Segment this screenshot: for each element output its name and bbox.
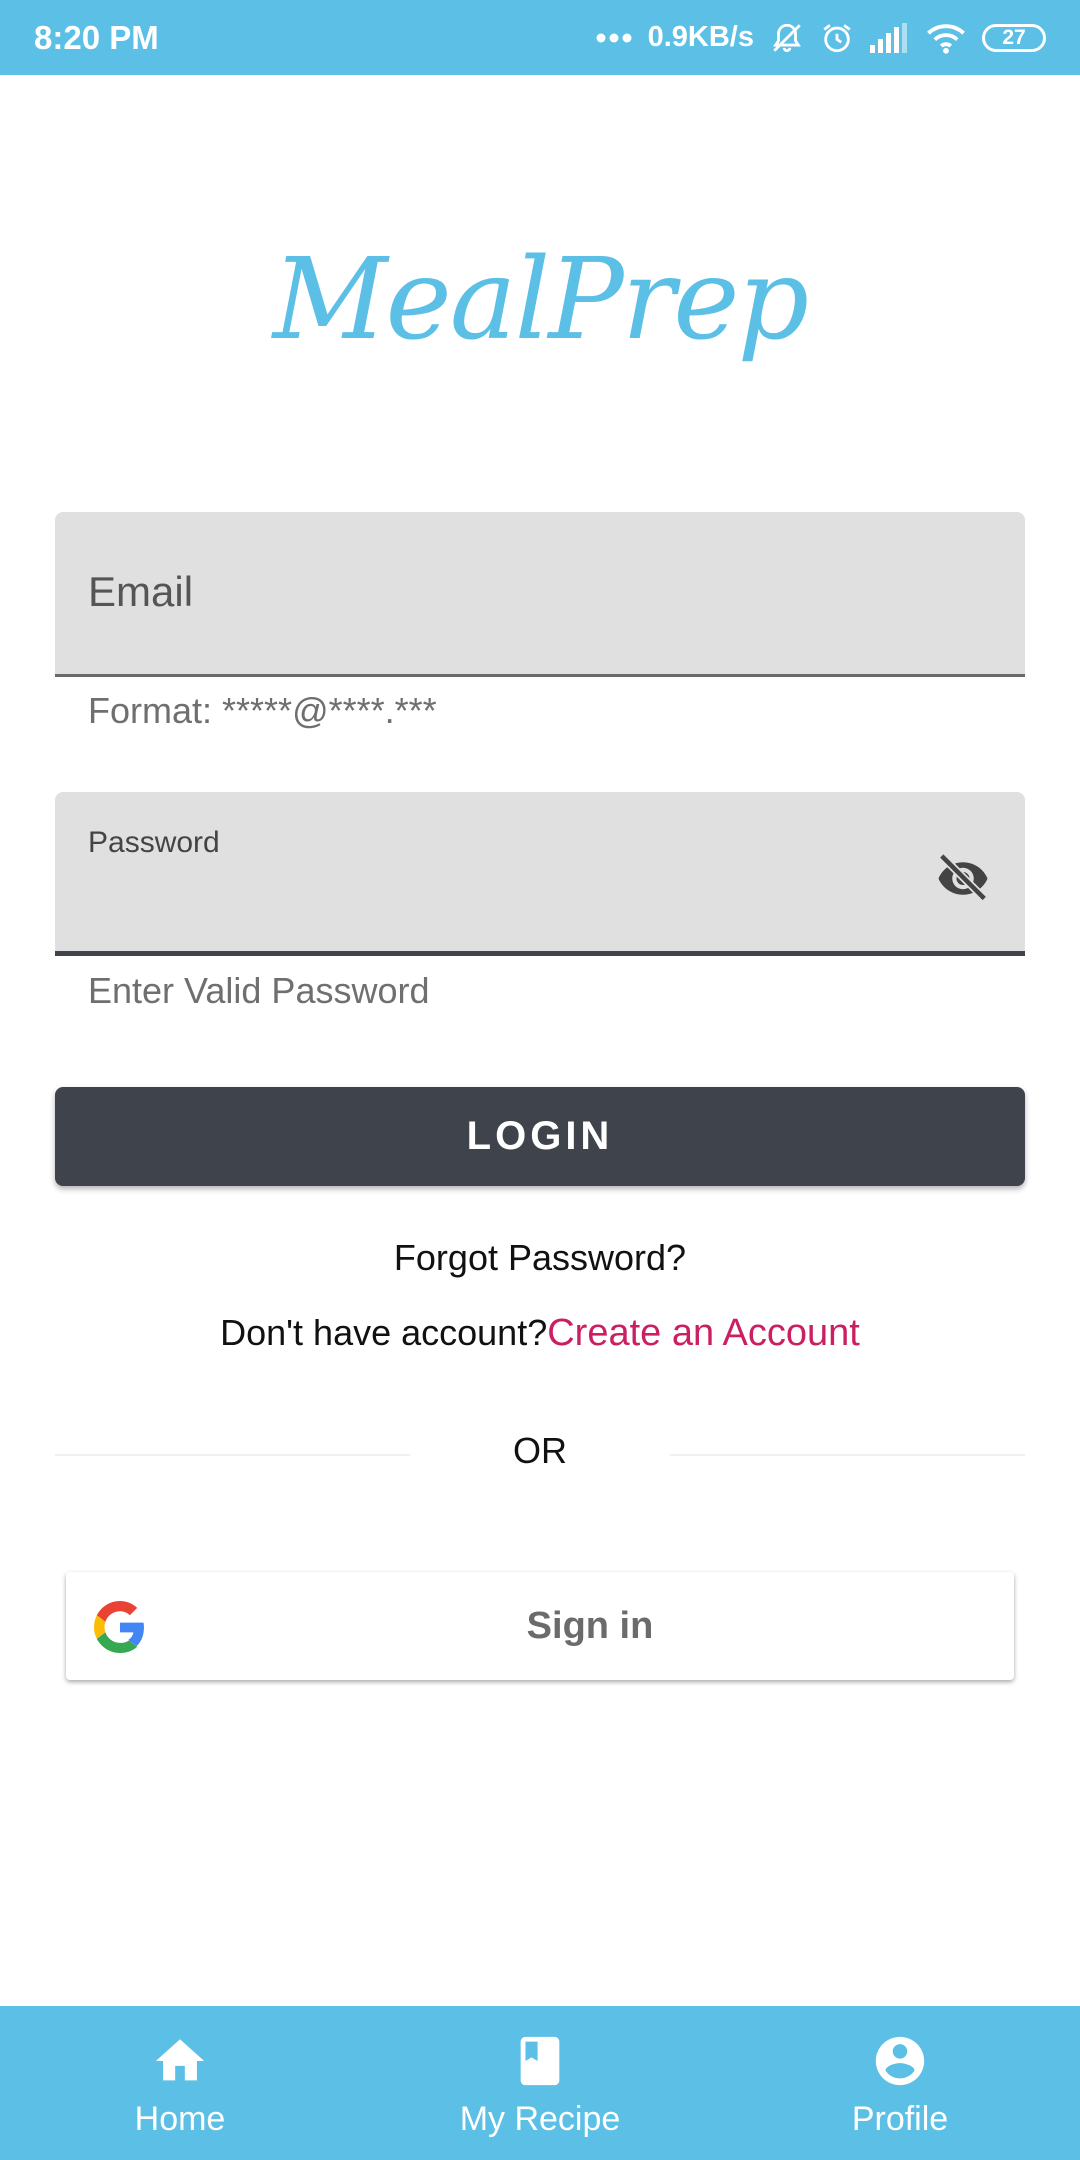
or-text: OR (513, 1430, 567, 1471)
password-helper-text: Enter Valid Password (88, 970, 430, 1011)
google-sign-in-label: Sign in (526, 1604, 654, 1647)
nav-item-home[interactable]: Home (0, 2006, 360, 2160)
nav-label-my-recipe: My Recipe (459, 2100, 621, 2138)
nav-label-profile: Profile (851, 2100, 949, 2138)
create-account-link[interactable]: Create an Account (547, 1312, 860, 1355)
dots-icon (596, 33, 632, 43)
signup-row: Don't have account? Create an Account (0, 1312, 1080, 1355)
signup-prompt: Don't have account? (220, 1312, 548, 1353)
email-placeholder: Email (88, 568, 194, 615)
home-icon (151, 2032, 209, 2090)
email-field[interactable]: Email (55, 512, 1025, 677)
divider-line-right (670, 1454, 1025, 1456)
network-speed: 0.9KB/s (647, 21, 754, 53)
password-label: Password (88, 826, 220, 859)
nav-item-my-recipe[interactable]: My Recipe (360, 2006, 720, 2160)
status-bar: 8:20 PM 0.9KB/s 27 (0, 0, 1080, 75)
nav-item-profile[interactable]: Profile (720, 2006, 1080, 2160)
signal-icon (870, 22, 910, 53)
app-logo: MealPrep (272, 235, 809, 365)
account-circle-icon (871, 2032, 929, 2090)
visibility-off-icon[interactable] (931, 844, 995, 908)
or-divider: OR (55, 1430, 1025, 1480)
nav-label-home: Home (134, 2100, 226, 2138)
bottom-navigation: Home My Recipe Profile (0, 2006, 1080, 2160)
login-button[interactable]: LOGIN (55, 1087, 1025, 1186)
email-helper-text: Format: *****@****.*** (88, 690, 437, 731)
forgot-password-link[interactable]: Forgot Password? (0, 1237, 1080, 1279)
battery-icon: 27 (982, 23, 1046, 52)
alarm-icon (820, 21, 854, 55)
status-time: 8:20 PM (34, 18, 159, 56)
login-screen: 8:20 PM 0.9KB/s 27 MealPrep Email Format… (0, 0, 1080, 2160)
password-field[interactable]: Password (55, 792, 1025, 956)
book-icon (511, 2032, 569, 2090)
wifi-icon (926, 22, 966, 54)
status-icons: 0.9KB/s 27 (596, 21, 1046, 55)
google-sign-in-button[interactable]: Sign in (66, 1572, 1014, 1680)
mute-bell-icon (770, 21, 804, 55)
